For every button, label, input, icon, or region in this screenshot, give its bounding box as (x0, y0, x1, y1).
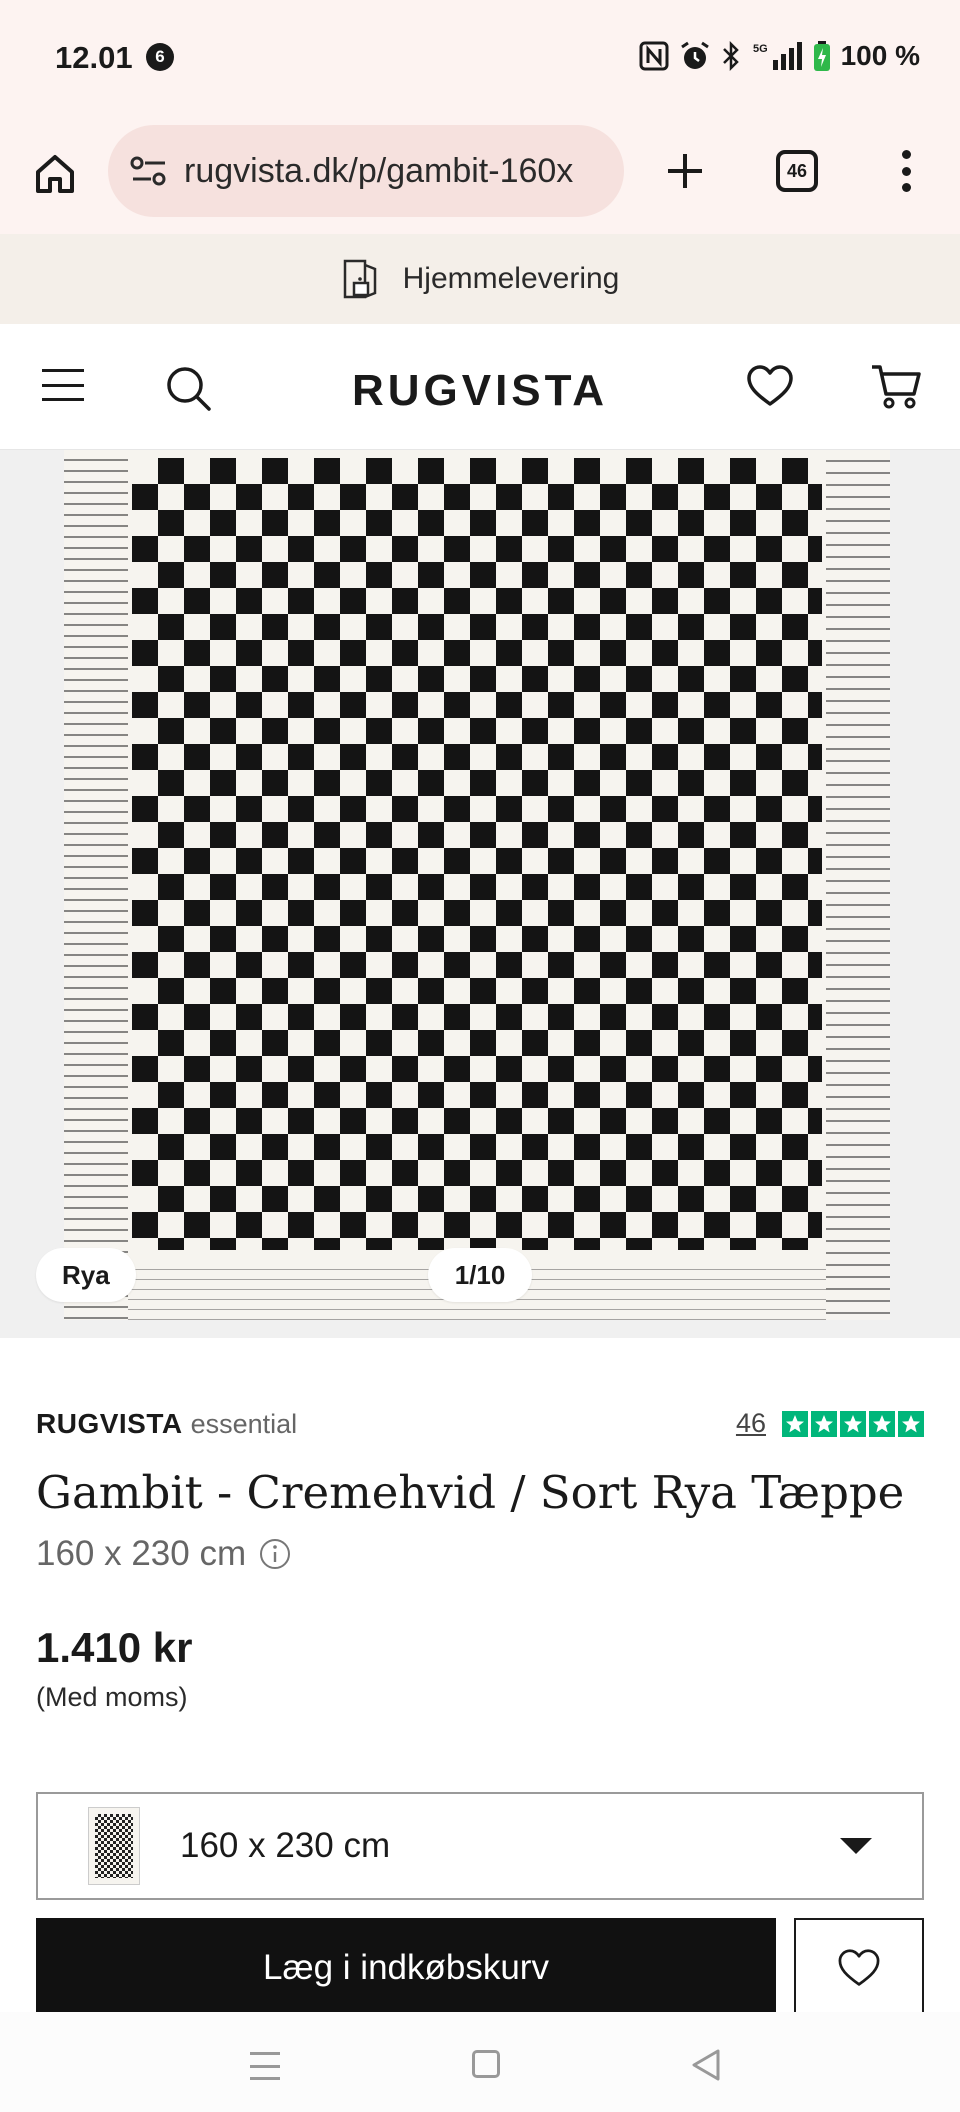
vat-note: (Med moms) (36, 1682, 188, 1712)
add-to-cart-label: Læg i indkøbskurv (263, 1948, 549, 1987)
delivery-banner: Hjemmelevering (0, 234, 960, 324)
heart-icon[interactable] (746, 364, 794, 410)
size-row: 160 x 230 cm (36, 1534, 292, 1574)
star-icon (898, 1410, 924, 1437)
tab-count: 46 (786, 160, 808, 181)
add-to-cart-button[interactable]: Læg i indkøbskurv (36, 1918, 776, 2018)
home-nav-icon[interactable] (472, 2050, 500, 2078)
battery-icon (813, 40, 831, 72)
rug-photo (64, 450, 890, 1320)
chevron-down-icon (840, 1838, 872, 1854)
alarm-icon (679, 40, 711, 72)
star-icon (840, 1410, 866, 1437)
product-size: 160 x 230 cm (36, 1534, 247, 1573)
heart-icon (838, 1949, 880, 1986)
rug-type-badge: Rya (36, 1248, 136, 1302)
delivery-text: Hjemmelevering (402, 262, 620, 295)
review-count-link[interactable]: 46 (736, 1408, 766, 1439)
status-time: 12.01 (55, 40, 133, 75)
star-icon (869, 1410, 895, 1437)
rating[interactable]: 46 (736, 1408, 924, 1439)
back-icon[interactable] (690, 2048, 722, 2082)
site-logo[interactable]: RUGVISTA (352, 366, 608, 415)
url-text: rugvista.dk/p/gambit-160x (184, 151, 574, 190)
nfc-icon (639, 41, 669, 71)
home-delivery-door-icon (343, 259, 376, 299)
recents-icon[interactable] (250, 2052, 280, 2080)
home-icon[interactable] (30, 146, 80, 202)
status-bar: 12.01 6 5G 100 % (0, 0, 960, 116)
site-header: RUGVISTA (0, 324, 960, 450)
browser-toolbar: rugvista.dk/p/gambit-160x 46 (0, 116, 960, 234)
brand-line: essential (190, 1409, 298, 1439)
system-nav-bar (0, 2012, 960, 2112)
bluetooth-icon (721, 40, 741, 72)
product-image-gallery[interactable]: Rya 1/10 (0, 450, 960, 1338)
image-counter: 1/10 (428, 1248, 532, 1302)
info-icon[interactable] (258, 1537, 292, 1571)
network-type: 5G (753, 43, 768, 55)
brand-row: RUGVISTA essential (36, 1408, 297, 1440)
trustpilot-stars (782, 1410, 924, 1437)
overflow-menu-icon[interactable] (886, 146, 926, 196)
size-thumbnail (88, 1807, 140, 1885)
status-icons: 5G 100 % (639, 38, 920, 74)
search-icon[interactable] (164, 364, 214, 414)
new-tab-plus-icon[interactable] (660, 144, 710, 198)
star-icon (811, 1410, 837, 1437)
hamburger-menu-icon[interactable] (42, 369, 84, 401)
cart-icon[interactable] (870, 362, 922, 410)
battery-percent: 100 % (840, 40, 920, 71)
address-bar[interactable]: rugvista.dk/p/gambit-160x (108, 125, 624, 217)
brand-name: RUGVISTA (36, 1408, 183, 1439)
signal-5g-icon: 5G (751, 40, 803, 72)
tab-switcher-icon[interactable]: 46 (776, 150, 818, 192)
star-icon (782, 1410, 808, 1437)
notification-count-badge: 6 (146, 43, 174, 71)
checker-pattern (132, 458, 822, 1250)
product-price: 1.410 kr (36, 1624, 193, 1671)
selected-size: 160 x 230 cm (180, 1826, 391, 1865)
product-title: Gambit - Cremehvid / Sort Rya Tæppe (36, 1466, 905, 1519)
site-settings-icon[interactable] (128, 150, 170, 192)
wishlist-button[interactable] (794, 1918, 924, 2018)
size-dropdown[interactable]: 160 x 230 cm (36, 1792, 924, 1900)
